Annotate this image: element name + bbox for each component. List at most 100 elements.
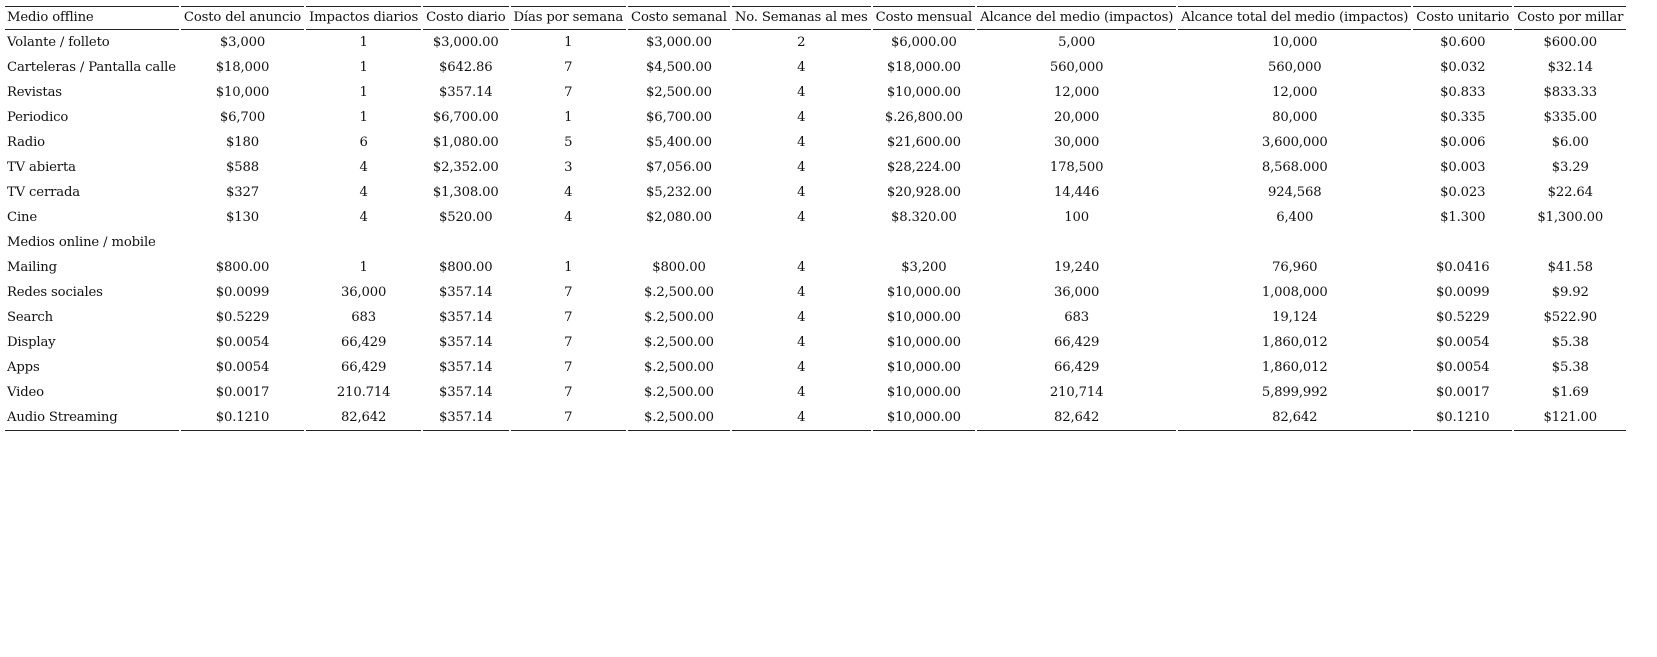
table-row: Display $0.0054 66,429 $357.14 7 $.2,500.00 4 $… xyxy=(5,330,1626,355)
row-label-cell: Cine xyxy=(7,210,38,225)
table-cell: $4,500.00 xyxy=(646,60,712,75)
table-cell: 8,568.000 xyxy=(1261,160,1328,175)
table-cell: $327 xyxy=(226,185,259,200)
table-cell: $1.300 xyxy=(1440,210,1486,225)
table-cell: $0.023 xyxy=(1440,185,1486,200)
table-cell: $800.00 xyxy=(215,260,270,275)
table-row: TV cerrada $327 4 $1,308.00 4 $5,232.00 4 $20,9… xyxy=(5,180,1626,205)
table-cell: $0.833 xyxy=(1440,85,1486,100)
table-cell: 4 xyxy=(564,185,573,200)
table-row: Apps $0.0054 66,429 $357.14 7 $.2,500.00 4 $10,… xyxy=(5,355,1626,380)
table-cell: 1,860,012 xyxy=(1261,360,1328,375)
table-row: Radio $180 6 $1,080.00 5 $5,400.00 4 $21,600.00… xyxy=(5,130,1626,155)
empty-cell xyxy=(511,230,627,255)
table-cell: $1,308.00 xyxy=(432,185,499,200)
table-cell: 1,860,012 xyxy=(1261,335,1328,350)
row-label-cell: Apps xyxy=(7,360,40,375)
table-cell: 1 xyxy=(359,35,368,50)
table-cell: 7 xyxy=(564,310,573,325)
table-cell: 82,642 xyxy=(977,405,1177,431)
table-cell: 4 xyxy=(797,110,806,125)
table-cell: 1 xyxy=(359,260,368,275)
table-cell: 4 xyxy=(359,185,368,200)
table-cell: $5.38 xyxy=(1551,360,1589,375)
table-cell: $2,080.00 xyxy=(646,210,712,225)
header-costo-diario: Costo diario xyxy=(423,6,509,30)
table-cell: $.26,800.00 xyxy=(884,110,963,125)
table-cell: 1,008,000 xyxy=(1261,285,1328,300)
table-cell: $3,000.00 xyxy=(646,35,712,50)
table-cell: 7 xyxy=(564,285,573,300)
table-cell: 7 xyxy=(564,385,573,400)
empty-cell xyxy=(423,230,508,255)
table-cell: 560,000 xyxy=(1268,60,1322,75)
table-cell: $800.00 xyxy=(652,260,706,275)
header-dias-semana: Días por semana xyxy=(510,6,627,30)
table-cell: $6,700 xyxy=(219,110,266,125)
table-cell: $3,000.00 xyxy=(432,35,499,50)
table-cell: $.2,500.00 xyxy=(644,285,714,300)
table-cell: 19,240 xyxy=(1054,260,1100,275)
table-cell: $0.0054 xyxy=(1436,335,1490,350)
table-cell: 5,899,992 xyxy=(1261,385,1328,400)
empty-cell xyxy=(1514,230,1626,255)
header-costo-mensual: Costo mensual xyxy=(872,6,976,30)
table-cell: $1,080.00 xyxy=(432,135,499,150)
table-cell: 1 xyxy=(564,260,573,275)
header-medio: Medio offline xyxy=(5,6,179,30)
table-cell: 100 xyxy=(1064,210,1090,225)
table-cell: $0.5229 xyxy=(215,310,270,325)
table-cell: $0.0054 xyxy=(1436,360,1490,375)
table-cell: 6,400 xyxy=(1276,210,1314,225)
table-cell: 4 xyxy=(359,160,368,175)
table-cell: 7 xyxy=(564,60,573,75)
header-costo-unitario: Costo unitario xyxy=(1413,6,1513,30)
media-cost-table: Medio offline Costo del anuncio Impactos… xyxy=(3,6,1628,431)
header-costo-semanal: Costo semanal xyxy=(628,6,730,30)
table-cell: 4 xyxy=(797,260,806,275)
empty-cell xyxy=(306,230,421,255)
table-cell: $6,700.00 xyxy=(432,110,499,125)
table-cell: 178,500 xyxy=(1049,160,1104,175)
table-cell: $10,000.00 xyxy=(886,85,961,100)
row-label-cell: TV cerrada xyxy=(7,185,80,200)
row-label-cell: Video xyxy=(7,385,44,400)
row-label-cell: Radio xyxy=(7,135,45,150)
empty-cell xyxy=(873,230,975,255)
table-cell: 4 xyxy=(797,60,806,75)
table-cell: 12,000 xyxy=(1272,85,1318,100)
row-label-cell: Display xyxy=(7,335,56,350)
table-cell: $3.29 xyxy=(1551,160,1589,175)
table-cell: $0.0017 xyxy=(1436,385,1490,400)
row-label-cell: Audio Streaming xyxy=(5,405,179,431)
table-cell: 1 xyxy=(564,35,573,50)
table-cell: 1 xyxy=(359,110,368,125)
table-cell: 4 xyxy=(359,210,368,225)
table-cell: 7 xyxy=(564,335,573,350)
table-row: Redes sociales $0.0099 36,000 $357.14 7 $.2,5… xyxy=(5,280,1626,305)
table-cell: 80,000 xyxy=(1272,110,1318,125)
table-cell: $0.0416 xyxy=(1436,260,1490,275)
table-cell: $10,000.00 xyxy=(886,335,961,350)
table-cell: $32.14 xyxy=(1547,60,1593,75)
table-cell: 36,000 xyxy=(1054,285,1100,300)
empty-cell xyxy=(977,230,1176,255)
table-cell: $.2,500.00 xyxy=(644,310,714,325)
header-alcance-total: Alcance total del medio (impactos) xyxy=(1178,6,1412,30)
section-label: Medios online / mobile xyxy=(7,235,156,250)
table-cell: $10,000.00 xyxy=(886,385,961,400)
table-cell: 82,642 xyxy=(306,405,422,431)
table-cell: 924,568 xyxy=(1268,185,1322,200)
table-cell: 3 xyxy=(564,160,573,175)
header-semanas-mes: No. Semanas al mes xyxy=(731,6,871,30)
table-cell: $6,700.00 xyxy=(646,110,712,125)
table-cell: $.2,500.00 xyxy=(644,385,714,400)
table-cell: $357.14 xyxy=(439,385,493,400)
table-cell: 210.714 xyxy=(336,385,391,400)
table-cell: 4 xyxy=(797,135,806,150)
table-cell: $600.00 xyxy=(1543,35,1598,50)
header-costo-anuncio: Costo del anuncio xyxy=(180,6,305,30)
table-row: Search $0.5229 683 $357.14 7 $.2,500.00 4 $10,0… xyxy=(5,305,1626,330)
row-label-cell: Periodico xyxy=(7,110,69,125)
table-cell: 3,600,000 xyxy=(1261,135,1328,150)
